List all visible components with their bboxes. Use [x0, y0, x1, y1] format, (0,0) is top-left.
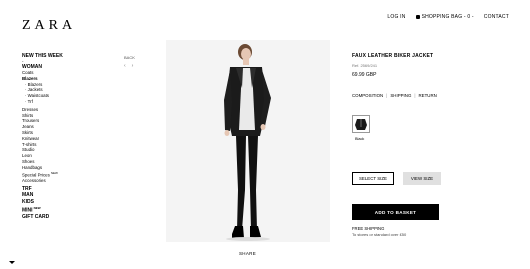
- product-ref: Ref. 2569/241: [352, 63, 378, 68]
- composition-link[interactable]: COMPOSITION: [352, 93, 383, 98]
- product-price: 69.99 GBP: [352, 72, 377, 78]
- nav-special-prices-label: Special Prices: [22, 172, 50, 178]
- free-shipping-note: To stores or standard over £50: [352, 232, 407, 237]
- free-shipping-label: FREE SHIPPING: [352, 226, 385, 231]
- login-link[interactable]: LOG IN: [387, 14, 405, 20]
- shipping-link[interactable]: SHIPPING: [390, 93, 411, 98]
- separator: |: [414, 93, 416, 98]
- nav-mini-label: MINI: [22, 207, 33, 214]
- top-nav: LOG IN SHOPPING BAG - 0 - CONTACT: [387, 14, 509, 20]
- nav-special-prices[interactable]: Special PricesNEW: [22, 171, 82, 178]
- new-badge: NEW: [50, 170, 58, 175]
- back-link[interactable]: BACK: [124, 55, 135, 60]
- return-link[interactable]: RETURN: [419, 93, 437, 98]
- product-image[interactable]: [166, 40, 330, 242]
- new-badge: NEW: [33, 206, 41, 211]
- select-size-button[interactable]: SELECT SIZE: [352, 172, 394, 185]
- nav-mini[interactable]: MININEW: [22, 205, 82, 214]
- contact-link[interactable]: CONTACT: [484, 14, 509, 20]
- product-detail-links: COMPOSITION | SHIPPING | RETURN: [352, 93, 437, 98]
- jacket-thumbnail-icon: [355, 119, 367, 130]
- share-link[interactable]: SHARE: [239, 251, 256, 256]
- category-sidebar: NEW THIS WEEK - WOMAN Coats Blazers · Bl…: [22, 53, 82, 221]
- separator: |: [386, 93, 388, 98]
- shopping-bag-icon: [415, 15, 420, 19]
- product-title: FAUX LEATHER BIKER JACKET: [352, 53, 434, 59]
- pager-arrows: ‹›: [124, 63, 139, 69]
- color-label: Black: [355, 137, 365, 141]
- prev-arrow-icon[interactable]: ‹: [124, 63, 132, 69]
- model-photo: [166, 40, 330, 242]
- view-size-button[interactable]: VIEW SIZE: [403, 172, 441, 185]
- product-info: FAUX LEATHER BIKER JACKET Ref. 2569/241 …: [352, 53, 442, 78]
- nav-gift-card[interactable]: GIFT CARD: [22, 214, 82, 221]
- shopping-bag-label: SHOPPING BAG - 0 -: [421, 14, 474, 20]
- shopping-bag-link[interactable]: SHOPPING BAG - 0 -: [415, 14, 474, 20]
- scroll-down-icon[interactable]: [9, 261, 15, 264]
- color-swatch-black[interactable]: [352, 115, 370, 133]
- zara-logo[interactable]: ZARA: [22, 18, 76, 34]
- add-to-basket-button[interactable]: ADD TO BASKET: [352, 204, 439, 220]
- next-arrow-icon[interactable]: ›: [132, 63, 140, 69]
